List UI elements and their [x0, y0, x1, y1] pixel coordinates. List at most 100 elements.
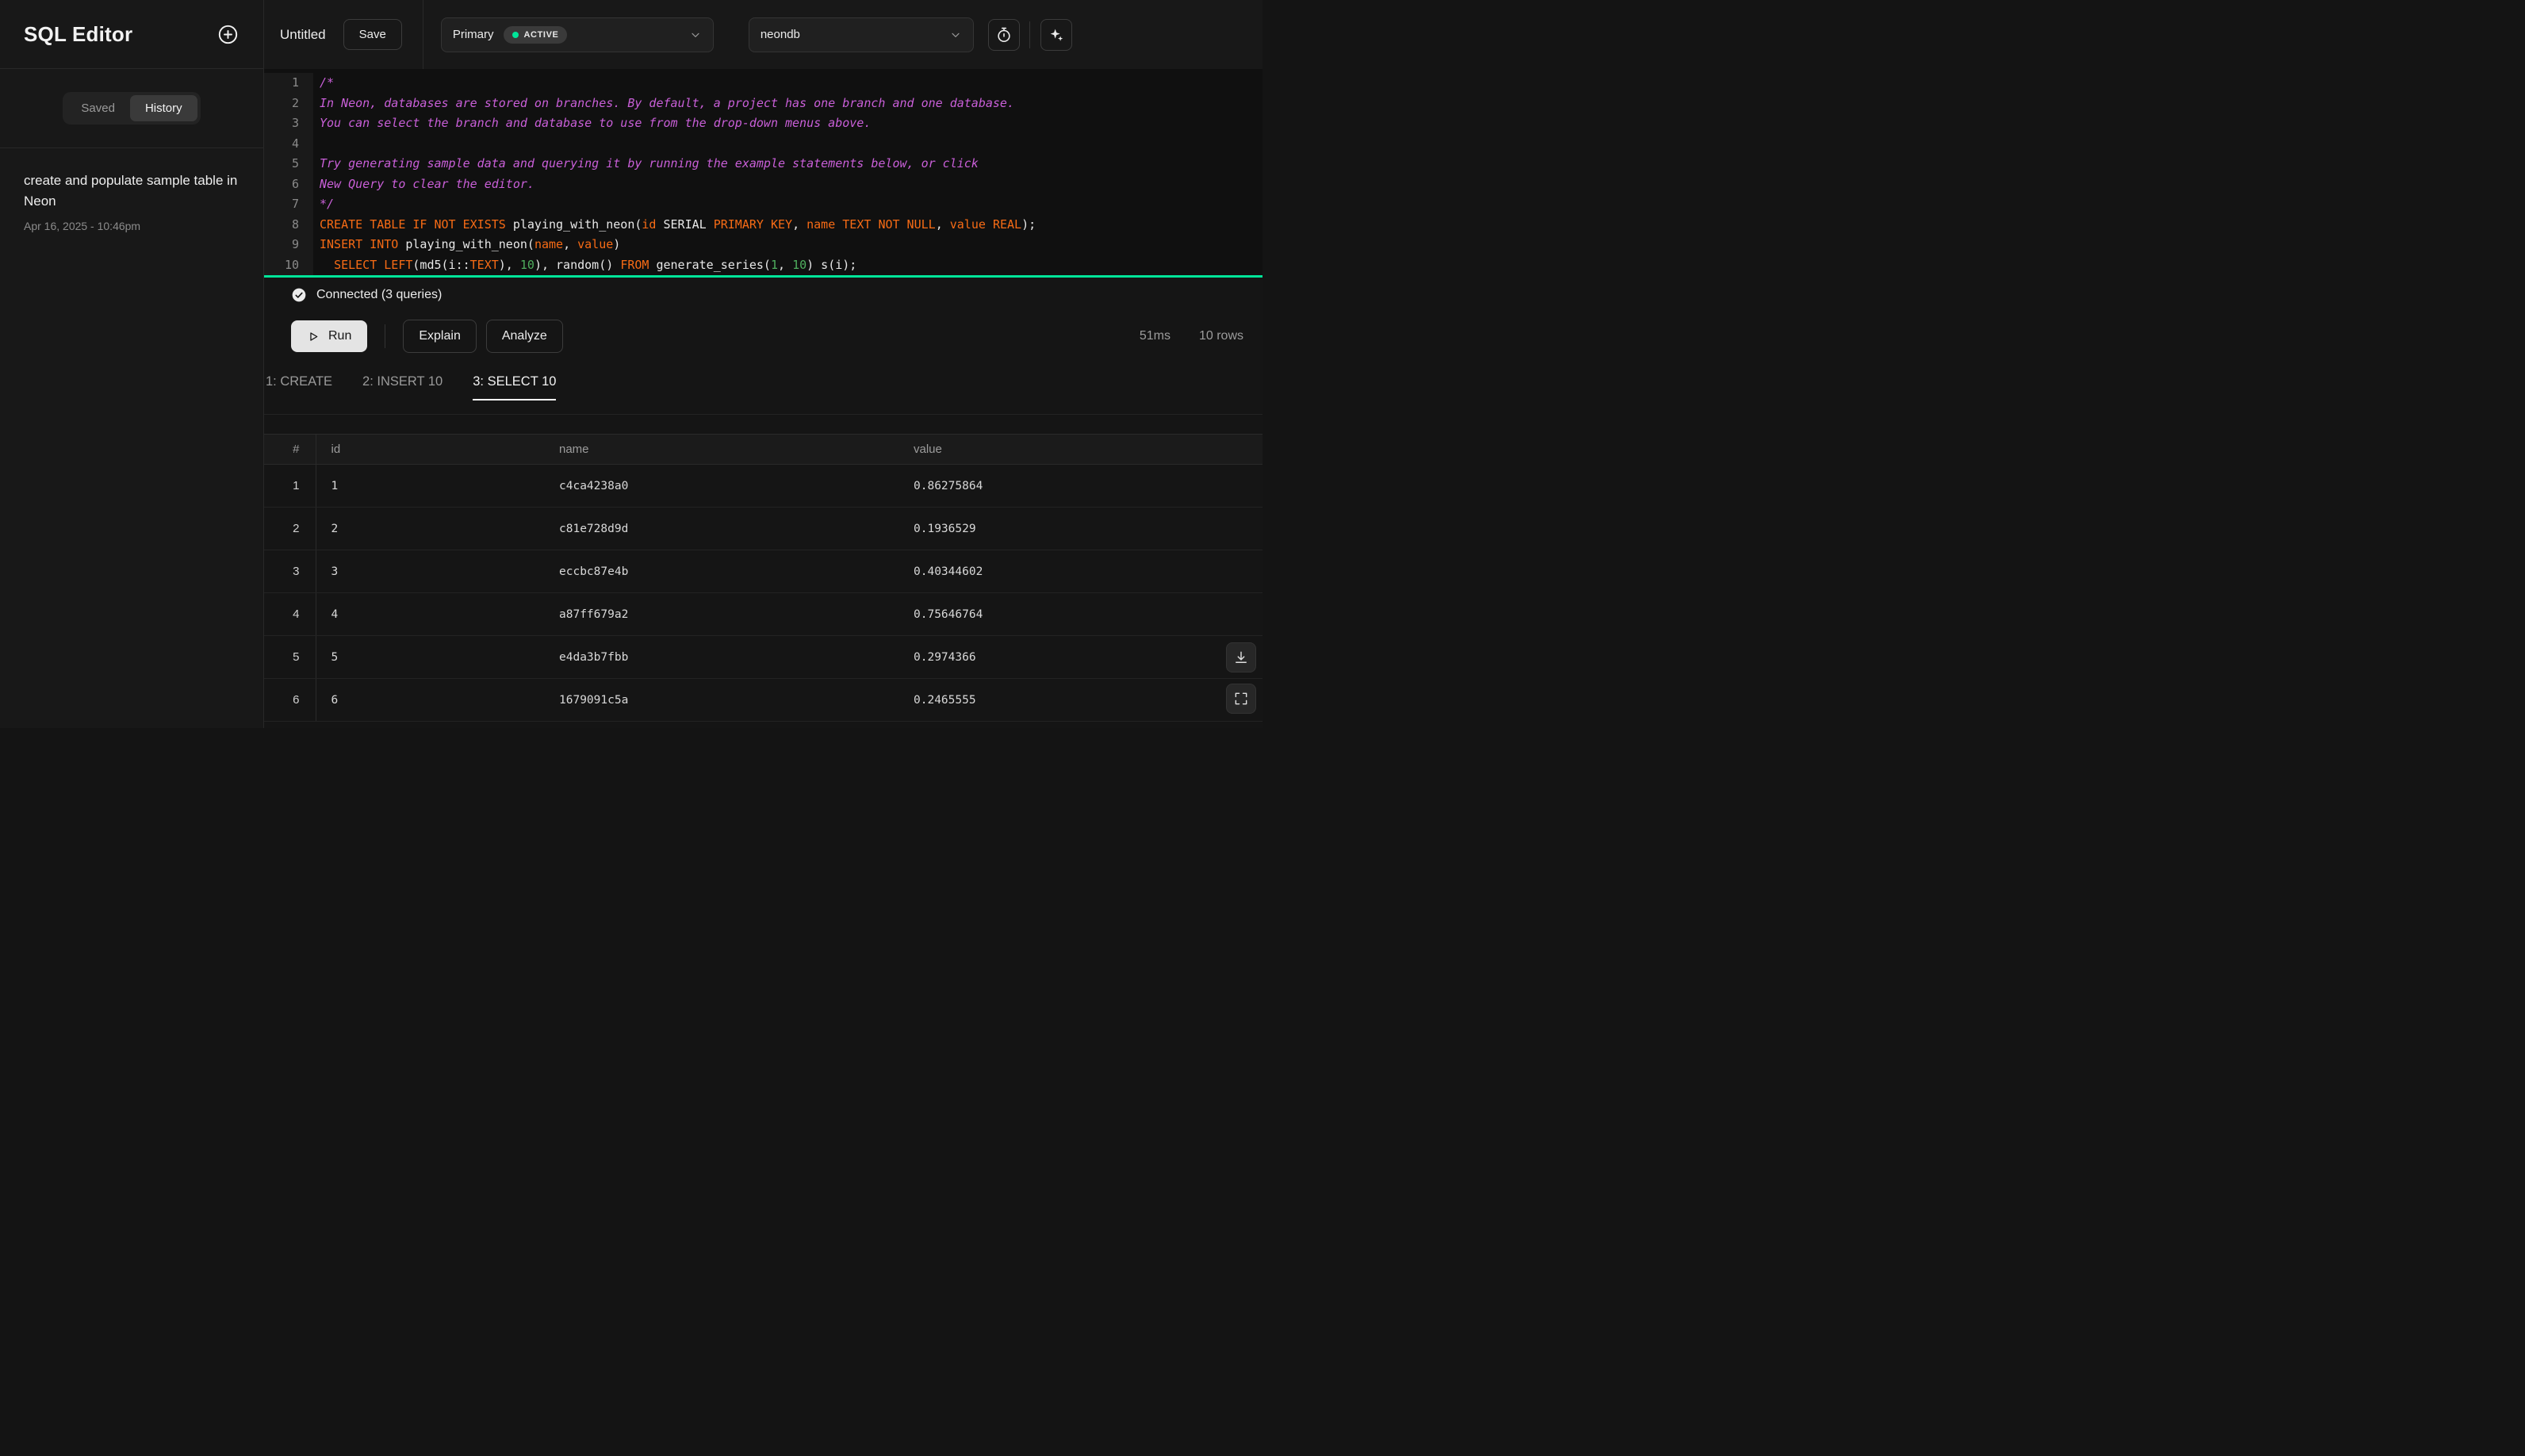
data-cell: 0.86275864	[899, 464, 1262, 508]
code-line[interactable]: 8 CREATE TABLE IF NOT EXISTS playing_with…	[264, 214, 1262, 235]
results-floating-actions	[1226, 642, 1256, 714]
result-tabs: 1: CREATE 2: INSERT 10 3: SELECT 10	[264, 360, 1262, 415]
table-row[interactable]: 1 1 c4ca4238a0 0.86275864	[264, 464, 1262, 508]
query-duration: 51ms	[1139, 329, 1171, 343]
database-select[interactable]: neondb	[748, 17, 974, 52]
table-row[interactable]: 4 4 a87ff679a2 0.75646764	[264, 592, 1262, 636]
code-text: */	[320, 197, 335, 211]
data-cell: e4da3b7fbb	[544, 635, 899, 679]
query-history-button[interactable]	[987, 18, 1020, 51]
sidebar-tab-switcher: Saved History	[0, 69, 263, 148]
code-text: New Query to clear the editor.	[320, 176, 535, 191]
code-line[interactable]: 10 SELECT LEFT(md5(i::TEXT), 10), random…	[264, 255, 1262, 275]
data-cell: c81e728d9d	[544, 507, 899, 550]
results-table: # id name value 1 1 c4ca4238a0 0.86275864 2 2…	[264, 434, 1262, 722]
explain-button[interactable]: Explain	[403, 320, 477, 353]
code-text: CREATE TABLE IF NOT EXISTS playing_with_…	[320, 216, 1036, 232]
table-row[interactable]: 5 5 e4da3b7fbb 0.2974366	[264, 635, 1262, 679]
download-results-button[interactable]	[1226, 642, 1256, 672]
line-number: 9	[264, 235, 313, 255]
line-number: 6	[264, 174, 313, 194]
sidebar-header: SQL Editor	[0, 0, 263, 69]
column-header-name: name	[544, 434, 899, 465]
check-circle-icon	[291, 287, 307, 303]
run-button[interactable]: Run	[291, 320, 368, 352]
data-cell: c4ca4238a0	[544, 464, 899, 508]
data-cell: a87ff679a2	[544, 592, 899, 636]
analyze-button[interactable]: Analyze	[485, 320, 563, 353]
line-number: 10	[264, 255, 313, 275]
code-line[interactable]: 7 */	[264, 194, 1262, 215]
data-cell: 3	[316, 550, 544, 593]
query-metrics: 51ms 10 rows	[1140, 329, 1243, 343]
fullscreen-icon	[1233, 691, 1249, 707]
result-tab-select[interactable]: 3: SELECT 10	[473, 370, 557, 400]
connection-status-label: Connected (3 queries)	[316, 288, 443, 301]
sql-editor-app: SQL Editor Saved History create and popu…	[0, 0, 1262, 728]
code-text: INSERT INTO playing_with_neon(name, valu…	[320, 237, 621, 251]
results-panel: # id name value 1 1 c4ca4238a0 0.86275864 2 2…	[264, 434, 1262, 728]
tab-saved[interactable]: Saved	[66, 95, 130, 121]
row-index-cell: 3	[264, 550, 316, 593]
query-name[interactable]: Untitled	[280, 27, 326, 43]
row-index-cell: 1	[264, 464, 316, 508]
table-row[interactable]: 3 3 eccbc87e4b 0.40344602	[264, 550, 1262, 593]
line-number: 4	[264, 133, 313, 154]
sidebar: SQL Editor Saved History create and popu…	[0, 0, 264, 728]
active-status-dot	[512, 31, 519, 38]
history-item[interactable]: create and populate sample table in Neon…	[0, 148, 263, 255]
code-line[interactable]: 5 Try generating sample data and querying…	[264, 154, 1262, 174]
row-index-cell: 5	[264, 635, 316, 679]
editor-topbar: Untitled Save Primary ACTIVE neondb	[264, 0, 1262, 69]
code-area: 1 /* 2 In Neon, databases are stored on bra…	[264, 73, 1262, 275]
code-text: /*	[320, 75, 335, 90]
main-panel: Untitled Save Primary ACTIVE neondb 1 /*…	[264, 0, 1262, 728]
page-title: SQL Editor	[24, 21, 133, 46]
branch-status-badge: ACTIVE	[503, 25, 568, 44]
branch-select[interactable]: Primary ACTIVE	[440, 17, 714, 52]
code-text: You can select the branch and database t…	[320, 116, 872, 130]
saved-history-toggle: Saved History	[63, 92, 201, 125]
data-cell: 0.2974366	[899, 635, 1262, 679]
line-number: 8	[264, 214, 313, 235]
branch-name: Primary	[452, 28, 494, 41]
database-name: neondb	[760, 28, 800, 41]
run-button-label: Run	[328, 329, 352, 343]
code-line[interactable]: 2 In Neon, databases are stored on branch…	[264, 93, 1262, 113]
sql-code-editor[interactable]: 1 /* 2 In Neon, databases are stored on bra…	[264, 69, 1262, 275]
result-tab-create[interactable]: 1: CREATE	[266, 370, 332, 400]
result-tab-insert[interactable]: 2: INSERT 10	[362, 370, 443, 400]
data-cell: 4	[316, 592, 544, 636]
plus-circle-icon	[217, 24, 239, 45]
stopwatch-icon	[995, 26, 1013, 44]
expand-results-button[interactable]	[1226, 684, 1256, 714]
table-header-row: # id name value	[264, 434, 1262, 465]
code-line[interactable]: 1 /*	[264, 73, 1262, 94]
sparkles-icon	[1048, 26, 1065, 44]
connection-status: Connected (3 queries)	[264, 278, 1262, 312]
topbar-divider	[1029, 21, 1030, 48]
data-cell: 0.75646764	[899, 592, 1262, 636]
code-line[interactable]: 3 You can select the branch and database …	[264, 113, 1262, 134]
data-cell: 0.2465555	[899, 678, 1262, 722]
code-line[interactable]: 4	[264, 133, 1262, 155]
code-line[interactable]: 6 New Query to clear the editor.	[264, 174, 1262, 194]
tab-history[interactable]: History	[129, 95, 197, 121]
ai-assist-button[interactable]	[1040, 18, 1072, 51]
data-cell: 0.1936529	[899, 507, 1262, 550]
data-cell: eccbc87e4b	[544, 550, 899, 593]
data-cell: 1	[316, 464, 544, 508]
code-line[interactable]: 9 INSERT INTO playing_with_neon(name, val…	[264, 235, 1262, 255]
code-text: Try generating sample data and querying …	[320, 156, 979, 171]
column-header-id: id	[316, 434, 544, 465]
column-header-value: value	[899, 434, 1262, 465]
table-row[interactable]: 6 6 1679091c5a 0.2465555	[264, 678, 1262, 722]
save-button[interactable]: Save	[343, 19, 402, 50]
table-row[interactable]: 2 2 c81e728d9d 0.1936529	[264, 507, 1262, 550]
history-item-date: Apr 16, 2025 - 10:46pm	[24, 219, 141, 232]
column-header-index: #	[264, 434, 316, 465]
new-query-button[interactable]	[211, 17, 244, 51]
play-icon	[307, 330, 320, 343]
branch-status-label: ACTIVE	[523, 29, 559, 40]
